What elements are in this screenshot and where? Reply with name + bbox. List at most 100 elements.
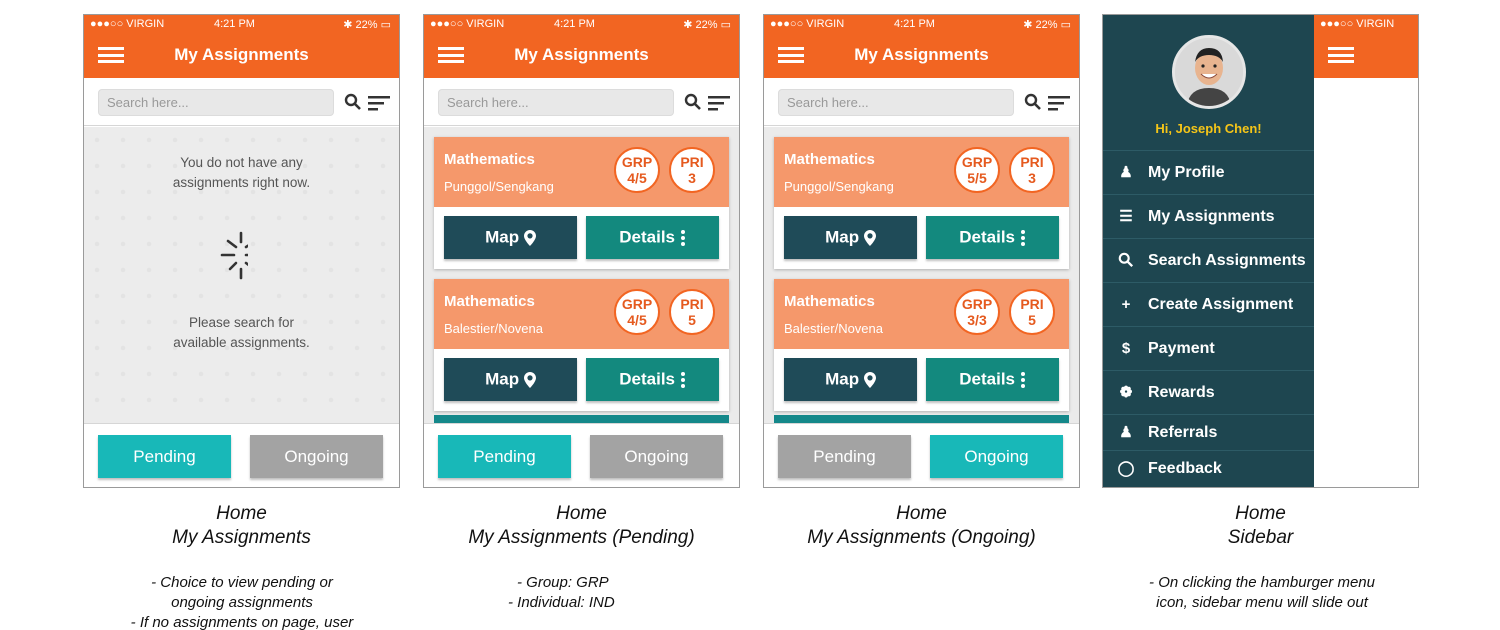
- assignment-card: Mathematics Punggol/Sengkang GRP 4/5 PRI 3…: [434, 137, 729, 269]
- sidebar-item-my-profile[interactable]: ♟ My Profile: [1103, 150, 1314, 194]
- tab-pending[interactable]: Pending: [438, 435, 571, 478]
- sidebar-menu: Hi, Joseph Chen! ♟ My Profile ☰ My Assig…: [1103, 15, 1314, 487]
- sidebar-item-label: Referrals: [1148, 424, 1218, 441]
- battery-percent: 22%: [695, 19, 718, 31]
- location-pin-icon: [863, 229, 876, 246]
- map-button-label: Map: [825, 369, 860, 389]
- details-button[interactable]: Details: [586, 216, 719, 259]
- sidebar-item-label: Create Assignment: [1148, 296, 1294, 313]
- carrier-label: ●●●○○ VIRGIN: [1320, 18, 1395, 30]
- card-header[interactable]: Mathematics Balestier/Novena GRP 4/5 PRI 5: [434, 279, 729, 349]
- clock-label: 4:21 PM: [894, 18, 935, 30]
- map-button[interactable]: Map: [444, 358, 577, 401]
- sidebar-item-my-assignments[interactable]: ☰ My Assignments: [1103, 194, 1314, 238]
- search-icon[interactable]: [1024, 93, 1042, 111]
- user-icon: ♟: [1119, 164, 1133, 181]
- card-header[interactable]: Mathematics Punggol/Sengkang GRP 4/5 PRI 3: [434, 137, 729, 207]
- card-location: Punggol/Sengkang: [444, 179, 554, 194]
- sidebar-item-label: Rewards: [1148, 384, 1215, 401]
- details-button-label: Details: [959, 369, 1015, 389]
- card-location: Balestier/Novena: [444, 321, 543, 336]
- filter-icon[interactable]: [708, 95, 732, 111]
- caption-line: My Assignments: [172, 527, 311, 548]
- search-icon: [1117, 252, 1135, 270]
- details-button[interactable]: Details: [586, 358, 719, 401]
- search-input[interactable]: [98, 89, 334, 116]
- empty-message-line: assignments right now.: [172, 175, 311, 190]
- screen-notes: - Choice to view pending or ongoing assi…: [72, 573, 412, 630]
- phone-screen-sidebar: ●●●○○ VIRGIN Hi, Joseph Chen! ♟ My Profi…: [1102, 14, 1419, 488]
- battery-label: ✱ 22% ▭: [343, 19, 391, 31]
- battery-label: ✱ 22% ▭: [683, 19, 731, 31]
- sidebar-item-feedback[interactable]: ◯ Feedback: [1103, 450, 1314, 487]
- page-title: My Assignments: [854, 45, 989, 64]
- tab-pending[interactable]: Pending: [778, 435, 911, 478]
- sidebar-item-rewards[interactable]: ❁ Rewards: [1103, 370, 1314, 414]
- status-bar: ●●●○○ VIRGIN: [1314, 15, 1418, 33]
- card-header[interactable]: Mathematics Punggol/Sengkang GRP 5/5 PRI 3: [774, 137, 1069, 207]
- note-line: - If no assignments on page, user: [130, 614, 354, 630]
- sidebar-item-payment[interactable]: $ Payment: [1103, 326, 1314, 370]
- greeting-text: Hi, Joseph Chen!: [1155, 121, 1262, 136]
- note-line: - On clicking the hamburger menu: [1149, 574, 1375, 591]
- search-prompt: Please search for available assignments.: [84, 313, 399, 353]
- search-input[interactable]: [778, 89, 1014, 116]
- search-input[interactable]: [438, 89, 674, 116]
- carrier-label: ●●●○○ VIRGIN: [430, 18, 505, 30]
- phone-screen-empty: ●●●○○ VIRGIN 4:21 PM ✱ 22% ▭ My Assignme…: [83, 14, 400, 488]
- empty-message-line: You do not have any: [180, 155, 303, 170]
- badge-value: 3/3: [967, 312, 987, 328]
- filter-icon[interactable]: [1048, 95, 1072, 111]
- caption-line: Sidebar: [1227, 527, 1294, 548]
- caption-line: Home: [216, 503, 267, 524]
- note-line: - Group: GRP: [517, 574, 609, 591]
- badge-value: 3: [688, 170, 696, 186]
- map-button[interactable]: Map: [444, 216, 577, 259]
- nav-bar: My Assignments: [764, 33, 1079, 78]
- map-button-label: Map: [825, 227, 860, 247]
- details-button[interactable]: Details: [926, 358, 1059, 401]
- tab-ongoing[interactable]: Ongoing: [930, 435, 1063, 478]
- battery-percent: 22%: [355, 19, 378, 31]
- card-header[interactable]: Mathematics Balestier/Novena GRP 3/3 PRI 5: [774, 279, 1069, 349]
- badge-label: GRP: [961, 296, 993, 312]
- assignment-list: Mathematics Punggol/Sengkang GRP 4/5 PRI 3…: [424, 127, 739, 423]
- hamburger-menu-icon[interactable]: [1328, 47, 1354, 63]
- card-location: Balestier/Novena: [784, 321, 883, 336]
- sidebar-item-search-assignments[interactable]: Search Assignments: [1103, 238, 1314, 282]
- map-button[interactable]: Map: [784, 358, 917, 401]
- sidebar-item-referrals[interactable]: ♟ Referrals: [1103, 414, 1314, 450]
- tab-ongoing[interactable]: Ongoing: [250, 435, 383, 478]
- status-bar: ●●●○○ VIRGIN 4:21 PM ✱ 22% ▭: [84, 15, 399, 33]
- details-button[interactable]: Details: [926, 216, 1059, 259]
- badge-label: PRI: [1020, 154, 1044, 170]
- page-title: My Assignments: [514, 45, 649, 64]
- sidebar-item-label: My Assignments: [1148, 208, 1275, 225]
- sidebar-item-create-assignment[interactable]: + Create Assignment: [1103, 282, 1314, 326]
- caption-line: Home: [896, 503, 947, 524]
- search-prompt-line: available assignments.: [173, 335, 310, 350]
- screen-notes: - On clicking the hamburger menu icon, s…: [1092, 573, 1432, 613]
- nav-bar: My Assignments: [424, 33, 739, 78]
- empty-message: You do not have any assignments right no…: [84, 153, 399, 193]
- more-vertical-icon: [1020, 229, 1025, 246]
- avatar[interactable]: [1172, 35, 1246, 109]
- tab-ongoing[interactable]: Ongoing: [590, 435, 723, 478]
- assignment-card: Mathematics Balestier/Novena GRP 4/5 PRI 5…: [434, 279, 729, 411]
- details-button-label: Details: [619, 227, 675, 247]
- group-badge: GRP 5/5: [954, 147, 1000, 193]
- caption-line: My Assignments (Pending): [468, 527, 695, 548]
- sidebar-item-label: Search Assignments: [1148, 252, 1306, 269]
- badge-label: GRP: [621, 154, 653, 170]
- tab-bar: Pending Ongoing: [424, 423, 739, 487]
- caption-line: My Assignments (Ongoing): [807, 527, 1036, 548]
- filter-icon[interactable]: [368, 95, 392, 111]
- badge-value: 4/5: [627, 312, 647, 328]
- badge-label: GRP: [621, 296, 653, 312]
- referral-icon: ♟: [1119, 424, 1133, 441]
- clock-label: 4:21 PM: [554, 18, 595, 30]
- search-icon[interactable]: [344, 93, 362, 111]
- search-icon[interactable]: [684, 93, 702, 111]
- tab-pending[interactable]: Pending: [98, 435, 231, 478]
- map-button[interactable]: Map: [784, 216, 917, 259]
